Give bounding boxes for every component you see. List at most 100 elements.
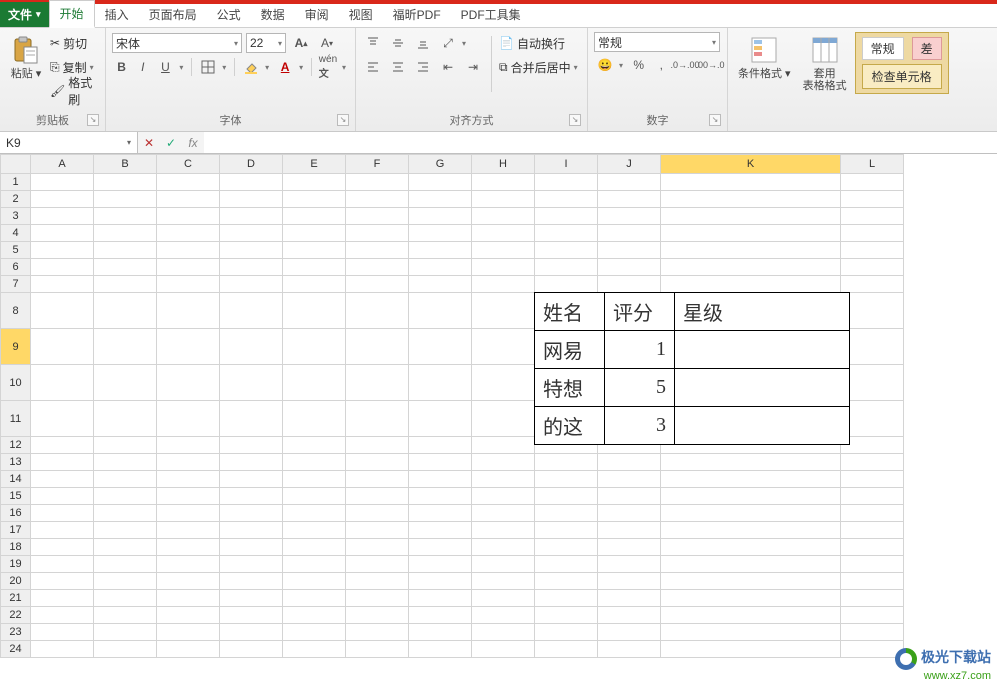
col-header-F[interactable]: F	[346, 155, 409, 174]
cell-K13[interactable]	[661, 454, 841, 471]
cell-K6[interactable]	[661, 259, 841, 276]
formula-input[interactable]	[204, 132, 997, 153]
cell-I8[interactable]	[535, 293, 598, 329]
cell-E1[interactable]	[283, 174, 346, 191]
cell-A24[interactable]	[31, 641, 94, 658]
row-header-22[interactable]: 22	[1, 607, 31, 624]
cell-H23[interactable]	[472, 624, 535, 641]
cell-E5[interactable]	[283, 242, 346, 259]
row-header-24[interactable]: 24	[1, 641, 31, 658]
tab-pdf-tools[interactable]: PDF工具集	[451, 2, 531, 27]
merge-center-button[interactable]: ⧉ 合并后居中▾	[499, 56, 578, 78]
cell-B8[interactable]	[94, 293, 157, 329]
row-header-11[interactable]: 11	[1, 401, 31, 437]
cell-F12[interactable]	[346, 437, 409, 454]
check-cell-style[interactable]: 检查单元格	[862, 64, 942, 89]
font-color-button[interactable]: A	[274, 57, 296, 77]
row-header-9[interactable]: 9	[1, 329, 31, 365]
style-bad[interactable]: 差	[912, 37, 942, 60]
cell-D22[interactable]	[220, 607, 283, 624]
style-general[interactable]: 常规	[862, 37, 904, 60]
cell-G24[interactable]	[409, 641, 472, 658]
cell-A11[interactable]	[31, 401, 94, 437]
cell-E17[interactable]	[283, 522, 346, 539]
cell-D19[interactable]	[220, 556, 283, 573]
cell-J21[interactable]	[598, 590, 661, 607]
cell-C22[interactable]	[157, 607, 220, 624]
cell-J3[interactable]	[598, 208, 661, 225]
cell-L17[interactable]	[841, 522, 904, 539]
cell-E4[interactable]	[283, 225, 346, 242]
cell-C11[interactable]	[157, 401, 220, 437]
cell-H2[interactable]	[472, 191, 535, 208]
cell-B20[interactable]	[94, 573, 157, 590]
cell-G15[interactable]	[409, 488, 472, 505]
cell-K5[interactable]	[661, 242, 841, 259]
cell-H11[interactable]	[472, 401, 535, 437]
cell-F24[interactable]	[346, 641, 409, 658]
cell-C15[interactable]	[157, 488, 220, 505]
cell-H1[interactable]	[472, 174, 535, 191]
cut-button[interactable]: ✂ 剪切	[50, 32, 99, 54]
cell-L14[interactable]	[841, 471, 904, 488]
tab-insert[interactable]: 插入	[95, 2, 139, 27]
cell-I24[interactable]	[535, 641, 598, 658]
row-header-10[interactable]: 10	[1, 365, 31, 401]
cell-L20[interactable]	[841, 573, 904, 590]
cell-I7[interactable]	[535, 276, 598, 293]
cell-C20[interactable]	[157, 573, 220, 590]
cell-D10[interactable]	[220, 365, 283, 401]
cell-B11[interactable]	[94, 401, 157, 437]
cell-D3[interactable]	[220, 208, 283, 225]
col-header-L[interactable]: L	[841, 155, 904, 174]
cell-C10[interactable]	[157, 365, 220, 401]
cell-K8[interactable]	[661, 293, 841, 329]
number-format-combo[interactable]: 常规▾	[594, 32, 720, 52]
cell-J2[interactable]	[598, 191, 661, 208]
cell-L2[interactable]	[841, 191, 904, 208]
cell-L6[interactable]	[841, 259, 904, 276]
cell-E3[interactable]	[283, 208, 346, 225]
tab-file[interactable]: 文件	[0, 2, 49, 27]
cell-J18[interactable]	[598, 539, 661, 556]
cell-H12[interactable]	[472, 437, 535, 454]
cell-J9[interactable]	[598, 329, 661, 365]
cell-H16[interactable]	[472, 505, 535, 522]
cell-H10[interactable]	[472, 365, 535, 401]
cell-L5[interactable]	[841, 242, 904, 259]
phonetic-button[interactable]: wén文	[317, 57, 339, 77]
cell-J12[interactable]	[598, 437, 661, 454]
cell-G6[interactable]	[409, 259, 472, 276]
cell-E18[interactable]	[283, 539, 346, 556]
cell-F1[interactable]	[346, 174, 409, 191]
cell-A13[interactable]	[31, 454, 94, 471]
cell-E14[interactable]	[283, 471, 346, 488]
cell-A8[interactable]	[31, 293, 94, 329]
cell-K11[interactable]	[661, 401, 841, 437]
cell-I11[interactable]	[535, 401, 598, 437]
cell-D21[interactable]	[220, 590, 283, 607]
row-header-13[interactable]: 13	[1, 454, 31, 471]
cell-G19[interactable]	[409, 556, 472, 573]
cell-B2[interactable]	[94, 191, 157, 208]
cell-L21[interactable]	[841, 590, 904, 607]
cell-H4[interactable]	[472, 225, 535, 242]
select-all-corner[interactable]	[1, 155, 31, 174]
cell-A3[interactable]	[31, 208, 94, 225]
cell-H19[interactable]	[472, 556, 535, 573]
cell-K2[interactable]	[661, 191, 841, 208]
row-header-23[interactable]: 23	[1, 624, 31, 641]
cell-I6[interactable]	[535, 259, 598, 276]
cell-H24[interactable]	[472, 641, 535, 658]
cell-A6[interactable]	[31, 259, 94, 276]
decrease-decimal-button[interactable]: .00→.0	[699, 55, 721, 75]
cell-A19[interactable]	[31, 556, 94, 573]
borders-button[interactable]	[197, 57, 219, 77]
cell-A12[interactable]	[31, 437, 94, 454]
cell-D12[interactable]	[220, 437, 283, 454]
format-painter-button[interactable]: 🖌 格式刷	[50, 80, 99, 102]
cell-A7[interactable]	[31, 276, 94, 293]
font-color-dropdown[interactable]: ▾	[296, 63, 306, 72]
cell-A4[interactable]	[31, 225, 94, 242]
cell-B21[interactable]	[94, 590, 157, 607]
